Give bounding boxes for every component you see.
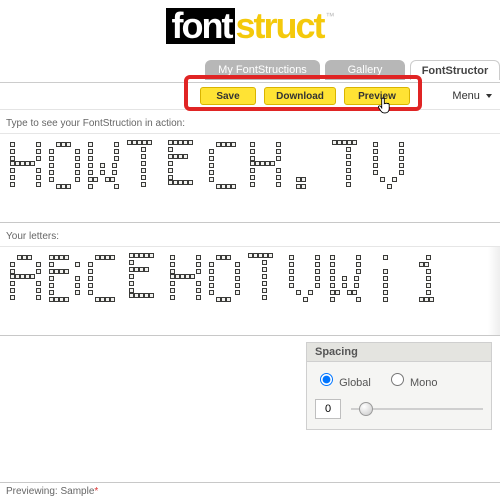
tab-gallery[interactable]: Gallery [325, 60, 405, 80]
tab-my-fontstructions[interactable]: My FontStructions [205, 60, 320, 80]
download-button[interactable]: Download [264, 87, 336, 105]
spacing-mono-label: Mono [410, 377, 438, 389]
spacing-global-radio[interactable] [320, 373, 333, 386]
letters-area[interactable] [0, 246, 500, 336]
menu-dropdown[interactable]: Menu [452, 87, 492, 105]
spacing-value-input[interactable] [315, 399, 341, 419]
spacing-mono-option[interactable]: Mono [386, 377, 438, 389]
logo-tm: ™ [326, 12, 335, 21]
logo-second: struct [235, 8, 323, 44]
footer-asterisk: * [94, 486, 98, 497]
spacing-global-option[interactable]: Global [315, 377, 374, 389]
spacing-slider[interactable] [351, 408, 483, 410]
preview-button[interactable]: Preview [344, 87, 410, 105]
menu-label: Menu [452, 90, 480, 102]
letters-set [10, 253, 490, 302]
fontstruct-logo: fontstruct™ [166, 8, 335, 44]
tab-strip: My FontStructions Gallery FontStructor [0, 60, 500, 82]
footer-strip: Previewing: Sample* [0, 482, 500, 500]
cursor-hand-icon [378, 97, 394, 115]
scroll-fade [488, 247, 500, 335]
save-button[interactable]: Save [200, 87, 256, 105]
tab-fontstructor[interactable]: FontStructor [410, 60, 500, 80]
footer-previewing-label: Previewing: [6, 486, 58, 497]
spacing-panel: Spacing Global Mono [306, 342, 492, 430]
preview-label: Type to see your FontStruction in action… [0, 110, 500, 133]
preview-text [10, 140, 490, 189]
spacing-slider-knob[interactable] [359, 402, 373, 416]
chevron-down-icon [486, 94, 492, 98]
logo-first: font [172, 5, 232, 46]
spacing-mono-radio[interactable] [391, 373, 404, 386]
preview-area[interactable] [0, 133, 500, 223]
footer-sample[interactable]: Sample [60, 486, 94, 497]
letters-label: Your letters: [0, 223, 500, 246]
action-bar: Save Download Preview Menu [0, 82, 500, 110]
spacing-title: Spacing [307, 343, 491, 362]
spacing-global-label: Global [339, 377, 371, 389]
